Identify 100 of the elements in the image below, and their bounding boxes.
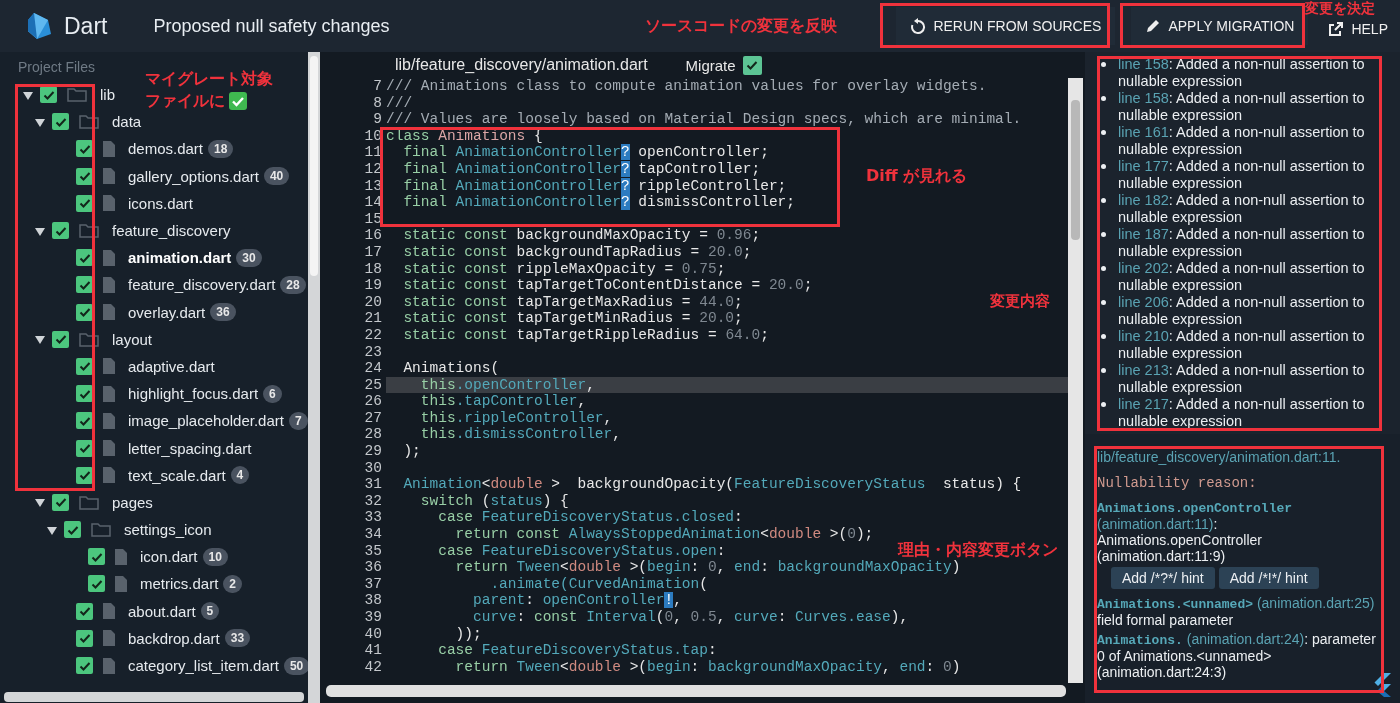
line-link[interactable]: line 217 xyxy=(1118,396,1169,412)
line-number: 27 xyxy=(363,409,383,427)
checkbox[interactable] xyxy=(88,575,105,593)
edit-description: line 210: Added a non-null assertion to nullable expression xyxy=(1118,328,1366,362)
expand-toggle-icon[interactable] xyxy=(47,524,57,535)
file-name[interactable]: metrics.dart xyxy=(140,575,219,593)
line-link[interactable]: line 210 xyxy=(1118,328,1169,344)
checkbox[interactable] xyxy=(52,330,69,348)
expand-toggle-icon[interactable] xyxy=(35,225,45,236)
line-number: 20 xyxy=(363,293,383,311)
line-link[interactable]: line 202 xyxy=(1118,260,1169,276)
line-link[interactable]: line 177 xyxy=(1118,158,1169,174)
code-line: static const tapTargetMinRadius = 20.0; xyxy=(402,310,743,327)
file-name[interactable]: feature_discovery.dart xyxy=(128,276,276,294)
count-badge: 30 xyxy=(236,248,262,267)
file-icon xyxy=(115,575,127,592)
migrate-label: Migrate xyxy=(685,56,736,74)
edit-description: line 161: Added a non-null assertion to nullable expression xyxy=(1118,124,1366,158)
check-mark-icon xyxy=(229,92,247,110)
folder-icon xyxy=(79,494,99,510)
file-name[interactable]: adaptive.dart xyxy=(128,357,215,375)
code-line: static const tapTargetMaxRadius = 44.0; xyxy=(402,293,743,311)
file-name[interactable]: highlight_focus.dart xyxy=(128,385,259,403)
expand-toggle-icon[interactable] xyxy=(35,334,45,345)
expand-toggle-icon[interactable] xyxy=(23,89,33,100)
rerun-button[interactable]: RERUN FROM SOURCES xyxy=(896,7,1116,45)
code-line: .animate(CurvedAnimation( xyxy=(489,575,708,593)
line-link[interactable]: line 158 xyxy=(1118,90,1169,106)
folder-name[interactable]: data xyxy=(112,113,142,131)
file-name[interactable]: demos.dart xyxy=(128,140,204,158)
code-line: switch (status) { xyxy=(419,492,569,510)
file-icon xyxy=(103,276,115,293)
code-line: Animations( xyxy=(402,360,500,377)
code-line: final AnimationController? dismissController; xyxy=(402,194,795,211)
line-number: 23 xyxy=(363,343,383,361)
checkbox[interactable] xyxy=(64,521,81,539)
edit-description: line 217: Added a non-null assertion to nullable expression xyxy=(1118,396,1366,430)
folder-name[interactable]: feature_discovery xyxy=(112,222,231,240)
bullet-icon xyxy=(1101,164,1106,169)
file-name[interactable]: category_list_item.dart xyxy=(128,657,279,675)
checkbox[interactable] xyxy=(76,602,93,620)
file-name[interactable]: letter_spacing.dart xyxy=(128,439,252,457)
checkbox[interactable] xyxy=(76,657,93,675)
folder-name[interactable]: settings_icon xyxy=(124,521,212,539)
line-link[interactable]: line 213 xyxy=(1118,362,1169,378)
file-name[interactable]: overlay.dart xyxy=(128,303,206,321)
line-link[interactable]: line 161 xyxy=(1118,124,1169,140)
hint-button[interactable]: Add /*!*/ hint xyxy=(1218,567,1319,589)
checkbox[interactable] xyxy=(52,493,69,511)
edit-description: line 158: Added a non-null assertion to nullable expression xyxy=(1118,56,1366,90)
scrollbar[interactable] xyxy=(326,685,1066,697)
checkbox[interactable] xyxy=(52,222,69,240)
panel-heading: Project Files xyxy=(18,59,96,77)
refresh-icon xyxy=(910,18,927,34)
checkbox[interactable] xyxy=(88,548,105,566)
reason-entry: Animations.openController (animation.dart:11): Animations.openController (animation.dart:11:9) xyxy=(1097,500,1294,564)
scrollbar[interactable] xyxy=(4,692,304,702)
line-number: 25 xyxy=(363,376,383,394)
file-name[interactable]: backdrop.dart xyxy=(128,629,220,647)
checkbox[interactable] xyxy=(52,113,69,131)
line-number: 39 xyxy=(363,609,383,626)
line-link[interactable]: line 206 xyxy=(1118,294,1169,310)
file-name[interactable]: text_scale.dart xyxy=(128,466,226,484)
file-location-link[interactable]: lib/feature_discovery/animation.dart:11. xyxy=(1097,449,1378,465)
file-name[interactable]: gallery_options.dart xyxy=(128,167,259,185)
bullet-icon xyxy=(1101,232,1106,237)
folder-name[interactable]: pages xyxy=(112,493,153,511)
file-name[interactable]: icon.dart xyxy=(140,548,198,566)
checkbox[interactable] xyxy=(76,629,93,647)
file-name[interactable]: about.dart xyxy=(128,602,196,620)
line-link[interactable]: line 187 xyxy=(1118,226,1169,242)
annotation-label: ソースコードの変更を反映 xyxy=(645,15,837,37)
file-icon xyxy=(103,412,115,429)
code-line: /// Values are loosely based on Material Design specs, which are minimal. xyxy=(386,111,1022,128)
line-number: 37 xyxy=(363,575,383,593)
line-link[interactable]: line 158 xyxy=(1118,56,1169,72)
scrollbar[interactable] xyxy=(308,52,320,703)
file-name[interactable]: icons.dart xyxy=(128,194,194,212)
count-badge: 36 xyxy=(210,303,236,322)
line-number: 34 xyxy=(363,526,383,543)
scrollbar[interactable] xyxy=(1068,78,1083,683)
line-number: 28 xyxy=(363,426,383,444)
file-name[interactable]: animation.dart xyxy=(128,249,232,267)
edit-description: line 158: Added a non-null assertion to nullable expression xyxy=(1118,90,1366,124)
expand-toggle-icon[interactable] xyxy=(35,497,45,508)
file-icon xyxy=(103,603,115,620)
line-number: 36 xyxy=(363,559,383,576)
folder-name[interactable]: lib xyxy=(100,86,115,104)
code-line: this.rippleController, xyxy=(419,409,613,427)
line-link[interactable]: line 182 xyxy=(1118,192,1169,208)
help-button[interactable]: HELP xyxy=(1324,19,1392,39)
location-link[interactable]: (animation.dart:25) xyxy=(1256,595,1375,611)
bullet-icon xyxy=(1101,368,1106,373)
code-line: static const backgroundMaxOpacity = 0.96; xyxy=(402,227,761,244)
folder-name[interactable]: layout xyxy=(112,330,153,348)
hint-button[interactable]: Add /*?*/ hint xyxy=(1111,567,1215,589)
checkbox[interactable] xyxy=(742,55,762,75)
file-name[interactable]: image_placeholder.dart xyxy=(128,412,284,430)
code-line: return Tween<double >(begin: 0, end: backgroundMaxOpacity) xyxy=(454,559,961,576)
expand-toggle-icon[interactable] xyxy=(35,116,45,127)
